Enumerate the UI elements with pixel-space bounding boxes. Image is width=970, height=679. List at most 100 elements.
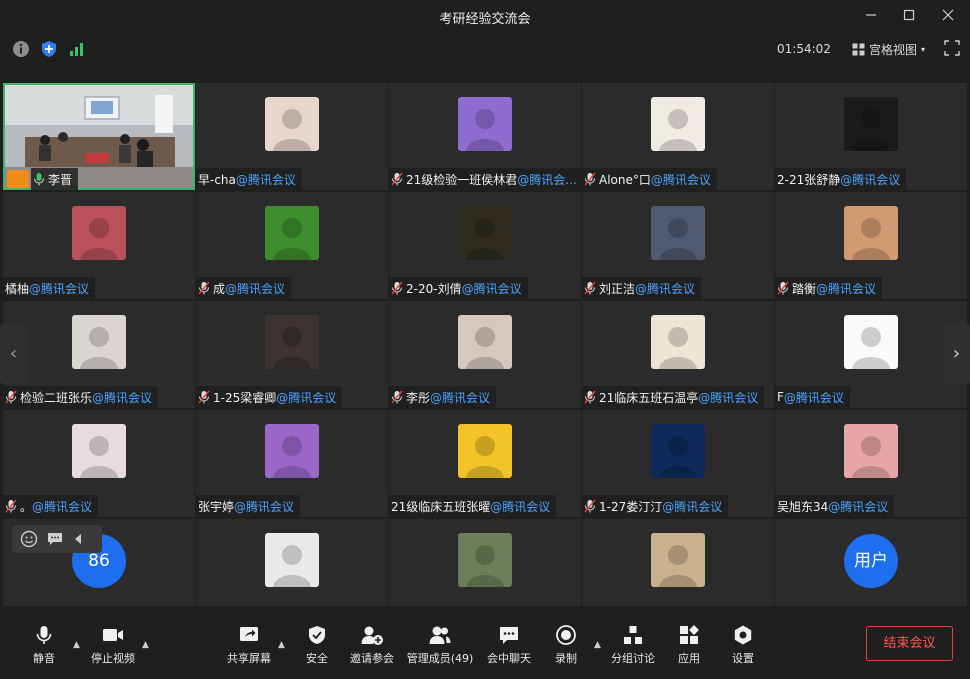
security-shield-icon[interactable] xyxy=(40,40,58,58)
participant-tile[interactable]: 21级检验一班侯林君 @腾讯会... xyxy=(389,83,581,190)
info-icon[interactable] xyxy=(12,40,30,58)
participant-tile[interactable]: Alone°口 @腾讯会议 xyxy=(582,83,774,190)
avatar xyxy=(265,206,319,260)
participant-tile[interactable] xyxy=(196,519,388,606)
avatar xyxy=(458,533,512,587)
participant-name-bar: 检验二班张乐 @腾讯会议 xyxy=(3,386,159,408)
participant-tile[interactable]: 橘柚 @腾讯会议 xyxy=(3,192,195,299)
participant-name: 21临床五班石温亭 xyxy=(599,390,699,405)
participant-tile[interactable]: 1-25梁睿卿 @腾讯会议 xyxy=(196,301,388,408)
participant-tile[interactable]: 吴旭东34 @腾讯会议 xyxy=(775,410,967,517)
chat-button[interactable]: 会中聊天 xyxy=(477,624,541,666)
participant-tile[interactable]: 早-cha @腾讯会议 xyxy=(196,83,388,190)
avatar xyxy=(844,424,898,478)
avatar xyxy=(458,315,512,369)
mic-muted-icon xyxy=(777,281,789,295)
participant-tile[interactable]: 21级临床五班张曜 @腾讯会议 xyxy=(389,410,581,517)
manage-members-button[interactable]: 管理成员(49) xyxy=(405,624,475,666)
participant-name: 刘正洁 xyxy=(599,281,636,296)
grid-view-dropdown[interactable]: 宫格视图 ▾ xyxy=(852,41,925,58)
title-bar: 考研经验交流会 xyxy=(0,0,970,34)
participant-grid: 李晋 早-cha @腾讯会议 21级检验一班侯林君 @腾讯会... Alone°口 @腾讯会… xyxy=(3,83,967,606)
participant-tile[interactable] xyxy=(389,519,581,606)
breakout-rooms-button[interactable]: 分组讨论 xyxy=(601,624,665,666)
participant-name-bar: 2-21张舒静 @腾讯会议 xyxy=(775,168,907,190)
participant-tile[interactable]: 2-20-刘倩 @腾讯会议 xyxy=(389,192,581,299)
meeting-window: 考研经验交流会 01:54:02 宫格视图 ▾ 李晋 早-cha @腾讯会议 2… xyxy=(0,0,970,679)
fullscreen-icon[interactable] xyxy=(944,40,962,58)
avatar xyxy=(72,315,126,369)
avatar xyxy=(72,424,126,478)
mic-muted-icon xyxy=(584,499,596,513)
avatar xyxy=(265,97,319,151)
participant-suffix: @腾讯会议 xyxy=(698,390,759,405)
participant-tile[interactable]: 用户 xyxy=(775,519,967,606)
avatar xyxy=(651,206,705,260)
emoji-icon[interactable] xyxy=(20,530,38,548)
avatar xyxy=(265,533,319,587)
participant-suffix: @腾讯会议 xyxy=(225,281,286,296)
settings-button[interactable]: 设置 xyxy=(711,624,775,666)
participant-tile[interactable]: 刘正洁 @腾讯会议 xyxy=(582,192,774,299)
mute-button[interactable]: 静音 xyxy=(12,624,76,666)
participant-suffix: @腾讯会议 xyxy=(234,499,295,514)
avatar xyxy=(265,315,319,369)
participant-suffix: @腾讯会议 xyxy=(840,172,901,187)
avatar xyxy=(458,206,512,260)
participant-tile[interactable]: 。 @腾讯会议 xyxy=(3,410,195,517)
comment-icon[interactable] xyxy=(46,530,64,548)
shield-icon xyxy=(309,626,325,644)
avatar-initial: 用户 xyxy=(844,534,898,588)
participant-name-bar: 吴旭东34 @腾讯会议 xyxy=(775,495,895,517)
bottom-toolbar: 静音 ▲ 停止视频 ▲ 共享屏幕 ▲ 安全 邀请参会 管理成员(49) 会中聊天 xyxy=(0,606,970,679)
participant-name: 2-21张舒静 xyxy=(777,172,841,187)
gear-icon xyxy=(734,625,752,645)
participant-suffix: @腾讯会议 xyxy=(650,172,711,187)
microphone-icon xyxy=(36,626,52,644)
network-signal-icon[interactable] xyxy=(68,40,86,58)
invite-button[interactable]: 邀请参会 xyxy=(340,624,404,666)
video-options-caret[interactable]: ▲ xyxy=(142,640,152,650)
participant-name-bar: 21级检验一班侯林君 @腾讯会... xyxy=(389,168,581,190)
participant-tile[interactable]: 检验二班张乐 @腾讯会议 xyxy=(3,301,195,408)
participant-name-bar: 早-cha @腾讯会议 xyxy=(196,168,302,190)
host-badge-icon xyxy=(7,170,29,188)
record-button[interactable]: 录制 xyxy=(534,624,598,666)
maximize-icon[interactable] xyxy=(900,8,918,26)
participant-name: 李晋 xyxy=(48,172,73,187)
participant-name: 。 xyxy=(20,499,33,514)
participant-tile[interactable]: 2-21张舒静 @腾讯会议 xyxy=(775,83,967,190)
participant-tile[interactable]: 成 @腾讯会议 xyxy=(196,192,388,299)
prev-page-arrow[interactable]: ‹ xyxy=(0,324,27,384)
participant-tile[interactable]: 踏衡 @腾讯会议 xyxy=(775,192,967,299)
mic-muted-icon xyxy=(584,281,596,295)
participant-name-bar: 踏衡 @腾讯会议 xyxy=(775,277,883,299)
participant-tile[interactable]: 张宇婷 @腾讯会议 xyxy=(196,410,388,517)
participant-tile[interactable]: 李彤 @腾讯会议 xyxy=(389,301,581,408)
participant-tile[interactable]: 李晋 xyxy=(3,83,195,190)
participant-tile[interactable]: 21临床五班石温亭 @腾讯会议 xyxy=(582,301,774,408)
minimize-icon[interactable] xyxy=(862,8,880,26)
share-screen-button[interactable]: 共享屏幕 xyxy=(217,624,281,666)
participant-name-bar: 1-25梁睿卿 @腾讯会议 xyxy=(196,386,343,408)
participant-name-bar: 成 @腾讯会议 xyxy=(196,277,292,299)
participant-name: 1-27娄汀汀 xyxy=(599,499,663,514)
video-camera-icon xyxy=(103,629,123,641)
participant-name: 张宇婷 xyxy=(198,499,235,514)
end-meeting-button[interactable]: 结束会议 xyxy=(866,626,953,661)
participant-tile[interactable]: 1-27娄汀汀 @腾讯会议 xyxy=(582,410,774,517)
stop-video-button[interactable]: 停止视频 xyxy=(81,624,145,666)
avatar xyxy=(458,424,512,478)
mic-muted-icon xyxy=(5,390,17,404)
next-page-arrow[interactable]: › xyxy=(943,324,970,384)
close-icon[interactable] xyxy=(939,8,957,26)
collapse-arrow-icon[interactable] xyxy=(72,532,84,546)
participant-name: 橘柚 xyxy=(5,281,30,296)
participant-suffix: @腾讯会议 xyxy=(828,499,889,514)
avatar xyxy=(651,424,705,478)
participant-suffix: @腾讯会议 xyxy=(430,390,491,405)
participant-name-bar: 2-20-刘倩 @腾讯会议 xyxy=(389,277,528,299)
participant-tile[interactable]: F @腾讯会议 xyxy=(775,301,967,408)
participant-name-bar: F @腾讯会议 xyxy=(775,386,850,408)
participant-tile[interactable] xyxy=(582,519,774,606)
